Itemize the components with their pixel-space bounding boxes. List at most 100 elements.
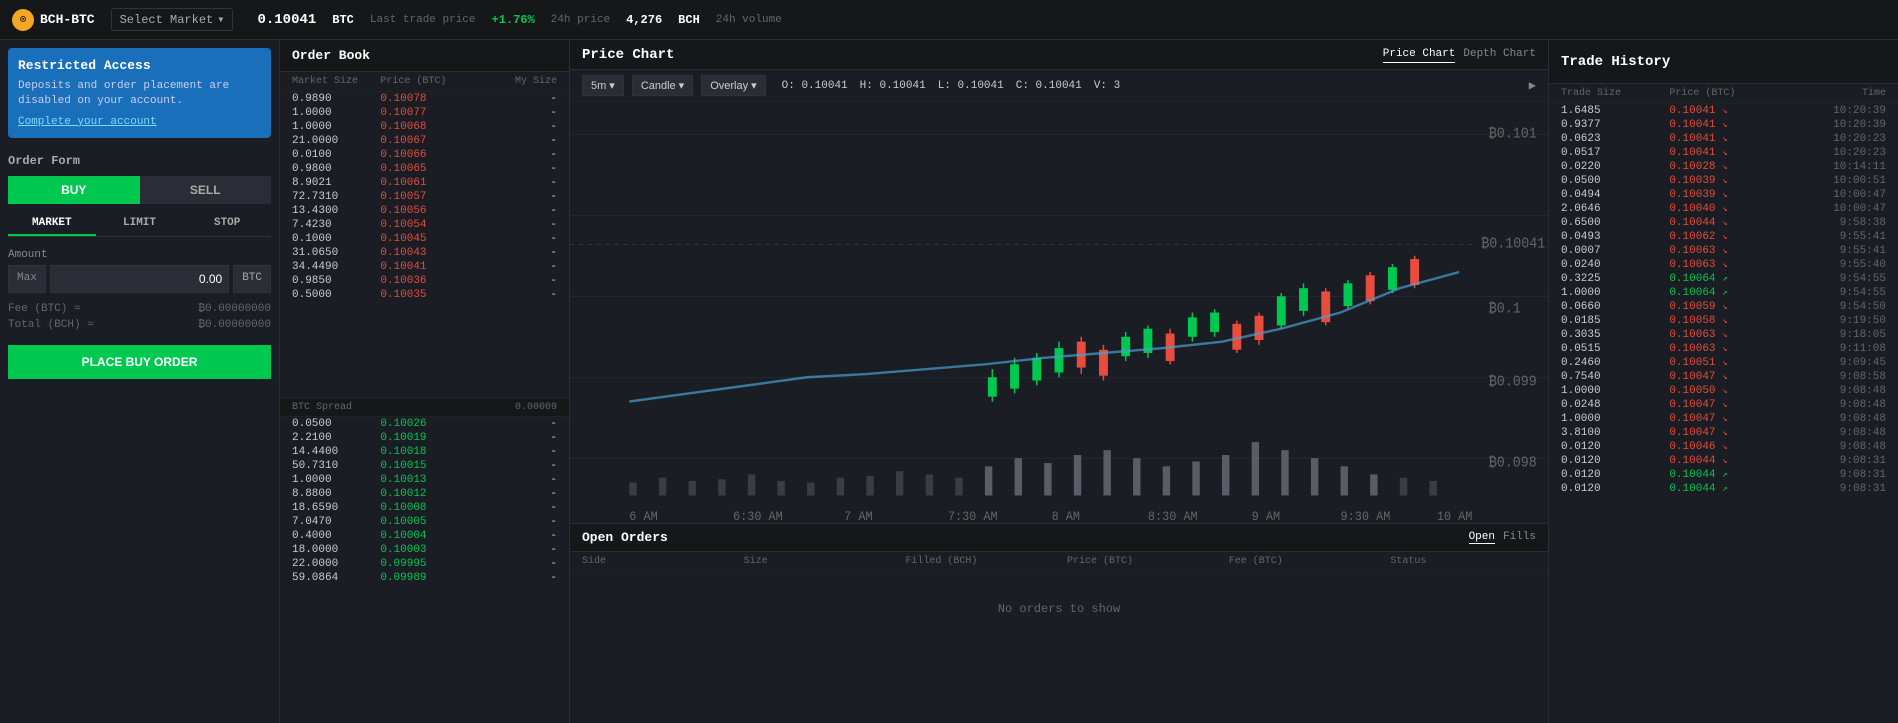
ob-my-size: - <box>469 233 557 245</box>
ob-ask-row[interactable]: 7.42300.10054- <box>280 218 569 232</box>
th-trade-size: 0.0185 <box>1561 315 1669 327</box>
ob-bid-row[interactable]: 8.88000.10012- <box>280 487 569 501</box>
svg-text:8 AM: 8 AM <box>1052 509 1080 523</box>
tab-market[interactable]: MARKET <box>8 212 96 236</box>
ob-bid-row[interactable]: 59.08640.09989- <box>280 571 569 585</box>
ob-bid-row[interactable]: 18.65900.10008- <box>280 501 569 515</box>
ob-size: 0.0100 <box>292 149 380 161</box>
chart-title: Price Chart <box>582 47 674 63</box>
ob-my-size: - <box>469 474 557 486</box>
last-price: 0.10041 <box>257 12 316 28</box>
ob-bid-row[interactable]: 2.21000.10019- <box>280 431 569 445</box>
th-trade-size: 0.0660 <box>1561 301 1669 313</box>
total-value: ₿0.00000000 <box>198 319 271 331</box>
ob-bid-row[interactable]: 0.05000.10026- <box>280 417 569 431</box>
ob-size: 1.0000 <box>292 121 380 133</box>
th-trade-size: 1.0000 <box>1561 413 1669 425</box>
ob-price: 0.10061 <box>380 177 468 189</box>
th-trade-time: 9:54:50 <box>1778 301 1886 313</box>
th-trade-price: 0.10063 ↘ <box>1669 259 1777 271</box>
ob-size: 31.0650 <box>292 247 380 259</box>
ob-size: 59.0864 <box>292 572 380 584</box>
ob-ask-row[interactable]: 8.90210.10061- <box>280 176 569 190</box>
ob-bid-row[interactable]: 50.73100.10015- <box>280 459 569 473</box>
tab-fills[interactable]: Fills <box>1503 531 1536 544</box>
th-trade-price: 0.10040 ↘ <box>1669 203 1777 215</box>
oo-col-side: Side <box>582 556 728 567</box>
tab-stop[interactable]: STOP <box>183 212 271 236</box>
th-trade-row: 0.01200.10044 ↘9:08:31 <box>1549 454 1898 468</box>
ob-ask-row[interactable]: 0.50000.10035- <box>280 288 569 302</box>
th-trade-size: 0.0240 <box>1561 259 1669 271</box>
ob-price: 0.10005 <box>380 516 468 528</box>
ob-bid-row[interactable]: 22.00000.09995- <box>280 557 569 571</box>
ob-ask-row[interactable]: 21.00000.10067- <box>280 134 569 148</box>
th-trade-row: 0.01200.10044 ↗9:08:31 <box>1549 482 1898 496</box>
ob-size: 2.2100 <box>292 432 380 444</box>
sell-button[interactable]: SELL <box>140 176 272 204</box>
tab-depth-chart[interactable]: Depth Chart <box>1463 46 1536 63</box>
ob-ask-row[interactable]: 1.00000.10068- <box>280 120 569 134</box>
ob-size: 14.4400 <box>292 446 380 458</box>
chevron-down-icon: ▾ <box>609 79 615 92</box>
oo-col-filled: Filled (BCH) <box>905 556 1051 567</box>
ob-bid-row[interactable]: 7.04700.10005- <box>280 515 569 529</box>
svg-text:₿0.098: ₿0.098 <box>1489 455 1537 472</box>
ob-bid-row[interactable]: 0.40000.10004- <box>280 529 569 543</box>
th-trade-row: 0.04940.10039 ↘10:00:47 <box>1549 188 1898 202</box>
ob-size: 1.0000 <box>292 474 380 486</box>
th-trade-time: 10:20:23 <box>1778 133 1886 145</box>
chart-type-button[interactable]: Candle ▾ <box>632 75 693 96</box>
ob-ask-row[interactable]: 34.44900.10041- <box>280 260 569 274</box>
amount-input[interactable] <box>50 265 229 293</box>
timeframe-button[interactable]: 5m ▾ <box>582 75 624 96</box>
tab-open[interactable]: Open <box>1469 531 1495 544</box>
th-trade-size: 0.0493 <box>1561 231 1669 243</box>
ob-my-size: - <box>469 516 557 528</box>
th-trade-price: 0.10064 ↗ <box>1669 273 1777 285</box>
last-price-label: Last trade price <box>370 14 476 26</box>
th-trade-price: 0.10041 ↘ <box>1669 119 1777 131</box>
th-trade-size: 3.8100 <box>1561 427 1669 439</box>
th-trade-time: 10:20:39 <box>1778 119 1886 131</box>
ob-price: 0.10068 <box>380 121 468 133</box>
ob-bid-row[interactable]: 14.44000.10018- <box>280 445 569 459</box>
open-orders-header: Open Orders Open Fills <box>570 524 1548 552</box>
ob-ask-row[interactable]: 13.43000.10056- <box>280 204 569 218</box>
ob-ask-row[interactable]: 0.98000.10065- <box>280 162 569 176</box>
th-trade-row: 0.02200.10028 ↘10:14:11 <box>1549 160 1898 174</box>
place-order-button[interactable]: PLACE BUY ORDER <box>8 345 271 379</box>
ob-ask-row[interactable]: 0.98900.10078- <box>280 92 569 106</box>
max-label: Max <box>8 265 46 293</box>
th-trade-time: 9:58:38 <box>1778 217 1886 229</box>
th-trade-row: 0.65000.10044 ↘9:58:38 <box>1549 216 1898 230</box>
overlay-button[interactable]: Overlay ▾ <box>701 75 765 96</box>
spread-value: 0.00009 <box>515 402 557 413</box>
ob-price: 0.10057 <box>380 191 468 203</box>
oo-column-headers: Side Size Filled (BCH) Price (BTC) Fee (… <box>570 552 1548 572</box>
ob-my-size: - <box>469 219 557 231</box>
ob-my-size: - <box>469 558 557 570</box>
ob-bid-row[interactable]: 1.00000.10013- <box>280 473 569 487</box>
ob-price: 0.10065 <box>380 163 468 175</box>
ob-ask-row[interactable]: 72.73100.10057- <box>280 190 569 204</box>
th-trade-size: 2.0646 <box>1561 203 1669 215</box>
oo-col-fee: Fee (BTC) <box>1229 556 1375 567</box>
chart-scroll-right-icon[interactable]: ▶ <box>1529 78 1536 93</box>
ob-ask-row[interactable]: 0.01000.10066- <box>280 148 569 162</box>
ob-price: 0.10045 <box>380 233 468 245</box>
buy-button[interactable]: BUY <box>8 176 140 204</box>
ob-ask-row[interactable]: 0.98500.10036- <box>280 274 569 288</box>
ob-ask-row[interactable]: 31.06500.10043- <box>280 246 569 260</box>
ob-ask-row[interactable]: 1.00000.10077- <box>280 106 569 120</box>
ob-my-size: - <box>469 488 557 500</box>
ob-ask-row[interactable]: 0.10000.10045- <box>280 232 569 246</box>
tab-limit[interactable]: LIMIT <box>96 212 184 236</box>
th-trade-row: 1.00000.10047 ↘9:08:48 <box>1549 412 1898 426</box>
complete-account-link[interactable]: Complete your account <box>18 116 261 128</box>
ob-bid-row[interactable]: 18.00000.10003- <box>280 543 569 557</box>
select-market-button[interactable]: Select Market ▾ <box>111 8 234 31</box>
th-trade-price: 0.10062 ↘ <box>1669 231 1777 243</box>
tab-price-chart[interactable]: Price Chart <box>1383 46 1456 63</box>
th-trade-row: 0.05150.10063 ↘9:11:08 <box>1549 342 1898 356</box>
